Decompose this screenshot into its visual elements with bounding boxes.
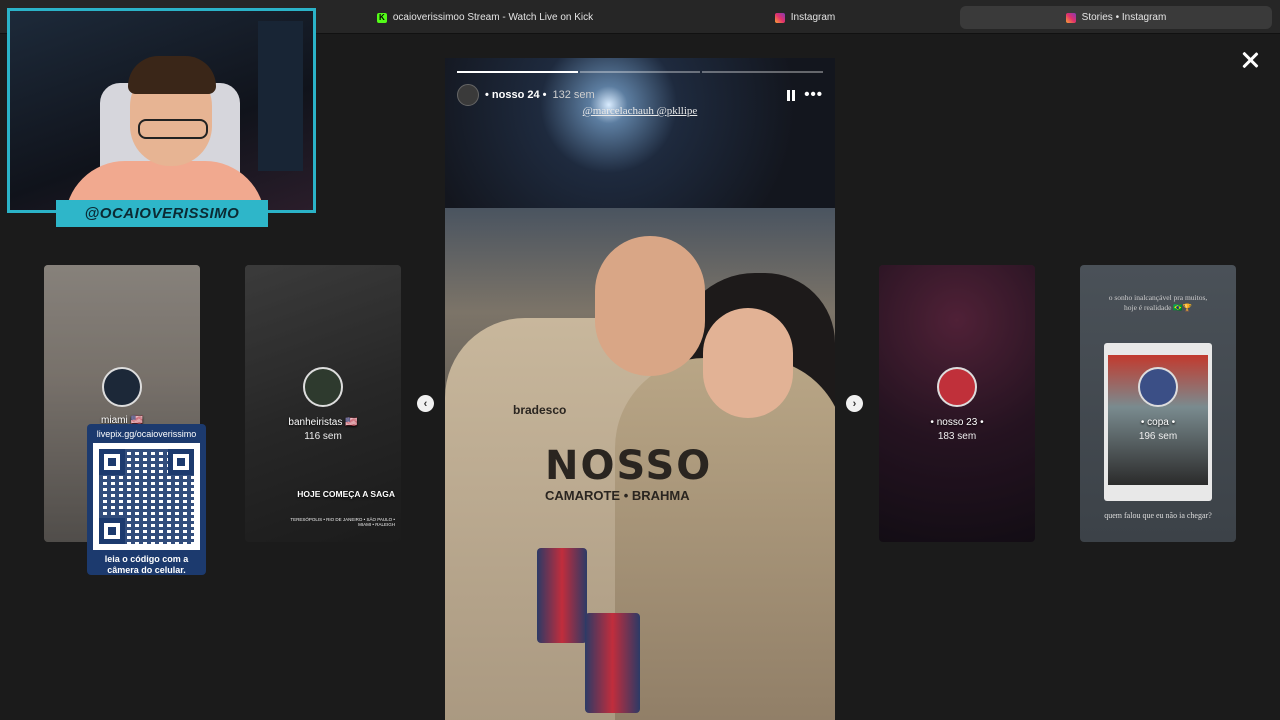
more-options-icon[interactable]: ••• xyxy=(804,87,823,102)
story-card-caption-top: o sonho inalcançável pra muitos, hoje é … xyxy=(1108,293,1208,312)
progress-segment xyxy=(457,71,578,73)
story-card-name: • nosso 23 • xyxy=(930,417,984,428)
story-card-name: • copa • xyxy=(1140,417,1176,428)
story-mentions[interactable]: @marcelachauh @pkllipe xyxy=(445,105,835,117)
chevron-right-icon[interactable]: › xyxy=(846,395,863,412)
story-card-copa[interactable]: o sonho inalcançável pra muitos, hoje é … xyxy=(1080,265,1236,542)
story-card-age: 183 sem xyxy=(937,431,977,442)
story-progress-bar xyxy=(457,71,824,73)
story-card-name: banheiristas 🇺🇸 xyxy=(288,417,358,428)
tab-stories-instagram[interactable]: Stories • Instagram xyxy=(960,6,1272,29)
progress-segment xyxy=(579,71,701,73)
webcam-overlay xyxy=(7,8,316,213)
qr-url: livepix.gg/ocaioverissimo xyxy=(96,429,197,439)
story-card-age: 196 sem xyxy=(1138,431,1178,442)
story-card-nosso-23[interactable]: • nosso 23 • 183 sem xyxy=(879,265,1035,542)
instagram-icon xyxy=(1065,12,1076,23)
kick-icon: K xyxy=(376,12,387,23)
story-time: 132 sem xyxy=(552,89,595,101)
story-avatar[interactable] xyxy=(457,84,479,106)
pause-icon[interactable] xyxy=(784,88,798,102)
tab-instagram[interactable]: Instagram xyxy=(650,6,960,29)
story-card-caption: HOJE COMEÇA A SAGA xyxy=(297,489,395,499)
story-avatar xyxy=(102,367,142,407)
close-icon[interactable] xyxy=(1236,46,1264,74)
story-avatar xyxy=(303,367,343,407)
story-avatar xyxy=(1138,367,1178,407)
qr-instruction: leia o código com a câmera do celular. xyxy=(104,554,189,575)
channel-name-banner: @OCAIOVERISSIMO xyxy=(56,200,268,227)
chevron-left-icon[interactable]: ‹ xyxy=(417,395,434,412)
livepix-qr-overlay: livepix.gg/ocaioverissimo leia o código … xyxy=(87,424,206,575)
tab-kick-stream[interactable]: K ocaioverissimoo Stream - Watch Live on… xyxy=(320,6,650,29)
story-card-caption-sub: TERESÓPOLIS • RIO DE JANEIRO • SÃO PAULO… xyxy=(290,517,395,527)
tab-label: Stories • Instagram xyxy=(1081,12,1167,23)
story-card-banheiristas[interactable]: banheiristas 🇺🇸 116 sem HOJE COMEÇA A SA… xyxy=(245,265,401,542)
qr-code-icon xyxy=(93,443,200,550)
story-card-caption-bottom: quem falou que eu não ia chegar? xyxy=(1104,511,1212,520)
shirt-print-camarote: CAMAROTE • BRAHMA xyxy=(545,488,690,503)
tab-label: Instagram xyxy=(790,12,836,23)
shirt-print-nosso: NOSSO xyxy=(545,443,713,489)
story-avatar xyxy=(937,367,977,407)
instagram-icon xyxy=(774,12,785,23)
tab-label: ocaioverissimoo Stream - Watch Live on K… xyxy=(392,12,594,23)
story-username[interactable]: • nosso 24 • xyxy=(485,89,547,101)
active-story[interactable]: bradesco NOSSO CAMAROTE • BRAHMA • nosso… xyxy=(445,58,835,720)
story-card-age: 116 sem xyxy=(304,431,342,442)
progress-segment xyxy=(702,71,824,73)
shirt-print-bradesco: bradesco xyxy=(513,403,567,417)
